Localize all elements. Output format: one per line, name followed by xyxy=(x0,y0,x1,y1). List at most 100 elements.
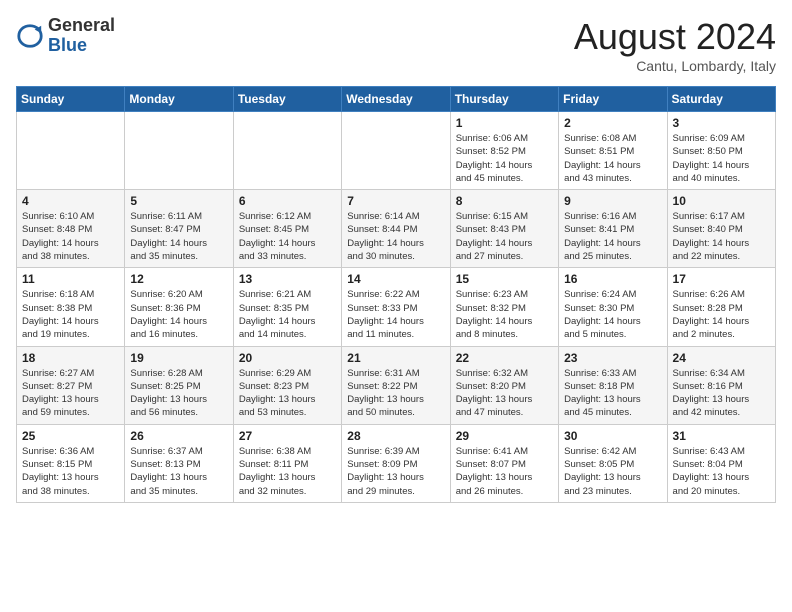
day-number: 18 xyxy=(22,351,119,365)
day-number: 5 xyxy=(130,194,227,208)
weekday-header: Thursday xyxy=(450,87,558,112)
day-info: Sunrise: 6:20 AM Sunset: 8:36 PM Dayligh… xyxy=(130,288,227,341)
day-info: Sunrise: 6:37 AM Sunset: 8:13 PM Dayligh… xyxy=(130,445,227,498)
calendar-cell: 23Sunrise: 6:33 AM Sunset: 8:18 PM Dayli… xyxy=(559,346,667,424)
day-number: 22 xyxy=(456,351,553,365)
day-number: 27 xyxy=(239,429,336,443)
calendar-week-row: 11 Sunrise: 6:18 AM Sunset: 8:38 PM Dayli… xyxy=(17,268,776,346)
day-number: 4 xyxy=(22,194,119,208)
calendar-cell: 20 Sunrise: 6:29 AM Sunset: 8:23 PM Dayli… xyxy=(233,346,341,424)
day-info: Sunrise: 6:34 AM Sunset: 8:16 PM Dayligh… xyxy=(673,367,770,420)
day-info: Sunrise: 6:43 AM Sunset: 8:04 PM Dayligh… xyxy=(673,445,770,498)
day-info: Sunrise: 6:38 AM Sunset: 8:11 PM Dayligh… xyxy=(239,445,336,498)
title-block: August 2024 Cantu, Lombardy, Italy xyxy=(574,16,776,74)
day-number: 19 xyxy=(130,351,227,365)
day-number: 1 xyxy=(456,116,553,130)
day-info: Sunrise: 6:42 AM Sunset: 8:05 PM Dayligh… xyxy=(564,445,661,498)
day-info: Sunrise: 6:27 AM Sunset: 8:27 PM Dayligh… xyxy=(22,367,119,420)
day-info: Sunrise: 6:16 AM Sunset: 8:41 PM Dayligh… xyxy=(564,210,661,263)
calendar-cell xyxy=(342,112,450,190)
calendar-cell xyxy=(233,112,341,190)
calendar-cell: 7 Sunrise: 6:14 AM Sunset: 8:44 PM Daylig… xyxy=(342,190,450,268)
weekday-header: Sunday xyxy=(17,87,125,112)
day-number: 17 xyxy=(673,272,770,286)
day-number: 12 xyxy=(130,272,227,286)
day-number: 10 xyxy=(673,194,770,208)
calendar-week-row: 18 Sunrise: 6:27 AM Sunset: 8:27 PM Dayli… xyxy=(17,346,776,424)
logo-general-text: General xyxy=(48,15,115,35)
day-number: 26 xyxy=(130,429,227,443)
calendar-cell: 3 Sunrise: 6:09 AM Sunset: 8:50 PM Daylig… xyxy=(667,112,775,190)
day-number: 15 xyxy=(456,272,553,286)
day-info: Sunrise: 6:09 AM Sunset: 8:50 PM Dayligh… xyxy=(673,132,770,185)
day-info: Sunrise: 6:14 AM Sunset: 8:44 PM Dayligh… xyxy=(347,210,444,263)
day-number: 30 xyxy=(564,429,661,443)
logo-icon xyxy=(16,22,44,50)
calendar-week-row: 1 Sunrise: 6:06 AM Sunset: 8:52 PM Daylig… xyxy=(17,112,776,190)
calendar-cell: 5Sunrise: 6:11 AM Sunset: 8:47 PM Daylig… xyxy=(125,190,233,268)
logo: General Blue xyxy=(16,16,115,56)
calendar-cell: 12 Sunrise: 6:20 AM Sunset: 8:36 PM Dayli… xyxy=(125,268,233,346)
day-info: Sunrise: 6:10 AM Sunset: 8:48 PM Dayligh… xyxy=(22,210,119,263)
day-info: Sunrise: 6:18 AM Sunset: 8:38 PM Dayligh… xyxy=(22,288,119,341)
day-number: 31 xyxy=(673,429,770,443)
calendar-cell: 17 Sunrise: 6:26 AM Sunset: 8:28 PM Dayli… xyxy=(667,268,775,346)
day-number: 7 xyxy=(347,194,444,208)
day-info: Sunrise: 6:08 AM Sunset: 8:51 PM Dayligh… xyxy=(564,132,661,185)
weekday-header: Wednesday xyxy=(342,87,450,112)
calendar-cell: 27 Sunrise: 6:38 AM Sunset: 8:11 PM Dayli… xyxy=(233,424,341,502)
day-info: Sunrise: 6:39 AM Sunset: 8:09 PM Dayligh… xyxy=(347,445,444,498)
calendar-cell: 24 Sunrise: 6:34 AM Sunset: 8:16 PM Dayli… xyxy=(667,346,775,424)
day-number: 11 xyxy=(22,272,119,286)
calendar-table: SundayMondayTuesdayWednesdayThursdayFrid… xyxy=(16,86,776,503)
day-info: Sunrise: 6:17 AM Sunset: 8:40 PM Dayligh… xyxy=(673,210,770,263)
calendar-cell: 2 Sunrise: 6:08 AM Sunset: 8:51 PM Daylig… xyxy=(559,112,667,190)
day-number: 20 xyxy=(239,351,336,365)
day-number: 6 xyxy=(239,194,336,208)
calendar-cell: 18 Sunrise: 6:27 AM Sunset: 8:27 PM Dayli… xyxy=(17,346,125,424)
day-info: Sunrise: 6:32 AM Sunset: 8:20 PM Dayligh… xyxy=(456,367,553,420)
calendar-cell: 21Sunrise: 6:31 AM Sunset: 8:22 PM Dayli… xyxy=(342,346,450,424)
page-header: General Blue August 2024 Cantu, Lombardy… xyxy=(16,16,776,74)
calendar-cell: 31 Sunrise: 6:43 AM Sunset: 8:04 PM Dayli… xyxy=(667,424,775,502)
day-info: Sunrise: 6:29 AM Sunset: 8:23 PM Dayligh… xyxy=(239,367,336,420)
calendar-cell: 11 Sunrise: 6:18 AM Sunset: 8:38 PM Dayli… xyxy=(17,268,125,346)
calendar-header-row: SundayMondayTuesdayWednesdayThursdayFrid… xyxy=(17,87,776,112)
day-info: Sunrise: 6:21 AM Sunset: 8:35 PM Dayligh… xyxy=(239,288,336,341)
day-number: 2 xyxy=(564,116,661,130)
day-number: 9 xyxy=(564,194,661,208)
weekday-header: Friday xyxy=(559,87,667,112)
calendar-cell: 15Sunrise: 6:23 AM Sunset: 8:32 PM Dayli… xyxy=(450,268,558,346)
day-number: 23 xyxy=(564,351,661,365)
day-info: Sunrise: 6:22 AM Sunset: 8:33 PM Dayligh… xyxy=(347,288,444,341)
logo-text: General Blue xyxy=(48,16,115,56)
calendar-cell xyxy=(17,112,125,190)
weekday-header: Saturday xyxy=(667,87,775,112)
day-info: Sunrise: 6:12 AM Sunset: 8:45 PM Dayligh… xyxy=(239,210,336,263)
weekday-header: Monday xyxy=(125,87,233,112)
day-number: 3 xyxy=(673,116,770,130)
calendar-week-row: 25 Sunrise: 6:36 AM Sunset: 8:15 PM Dayli… xyxy=(17,424,776,502)
calendar-cell: 28Sunrise: 6:39 AM Sunset: 8:09 PM Dayli… xyxy=(342,424,450,502)
day-number: 16 xyxy=(564,272,661,286)
day-info: Sunrise: 6:06 AM Sunset: 8:52 PM Dayligh… xyxy=(456,132,553,185)
day-number: 25 xyxy=(22,429,119,443)
day-number: 24 xyxy=(673,351,770,365)
calendar-cell: 30 Sunrise: 6:42 AM Sunset: 8:05 PM Dayli… xyxy=(559,424,667,502)
calendar-cell xyxy=(125,112,233,190)
day-info: Sunrise: 6:36 AM Sunset: 8:15 PM Dayligh… xyxy=(22,445,119,498)
calendar-cell: 16 Sunrise: 6:24 AM Sunset: 8:30 PM Dayli… xyxy=(559,268,667,346)
day-info: Sunrise: 6:26 AM Sunset: 8:28 PM Dayligh… xyxy=(673,288,770,341)
logo-blue-text: Blue xyxy=(48,35,87,55)
calendar-cell: 26 Sunrise: 6:37 AM Sunset: 8:13 PM Dayli… xyxy=(125,424,233,502)
calendar-cell: 9 Sunrise: 6:16 AM Sunset: 8:41 PM Daylig… xyxy=(559,190,667,268)
day-number: 14 xyxy=(347,272,444,286)
day-number: 13 xyxy=(239,272,336,286)
day-number: 29 xyxy=(456,429,553,443)
calendar-cell: 19Sunrise: 6:28 AM Sunset: 8:25 PM Dayli… xyxy=(125,346,233,424)
day-info: Sunrise: 6:24 AM Sunset: 8:30 PM Dayligh… xyxy=(564,288,661,341)
day-info: Sunrise: 6:31 AM Sunset: 8:22 PM Dayligh… xyxy=(347,367,444,420)
calendar-cell: 13 Sunrise: 6:21 AM Sunset: 8:35 PM Dayli… xyxy=(233,268,341,346)
calendar-cell: 4 Sunrise: 6:10 AM Sunset: 8:48 PM Daylig… xyxy=(17,190,125,268)
day-info: Sunrise: 6:15 AM Sunset: 8:43 PM Dayligh… xyxy=(456,210,553,263)
